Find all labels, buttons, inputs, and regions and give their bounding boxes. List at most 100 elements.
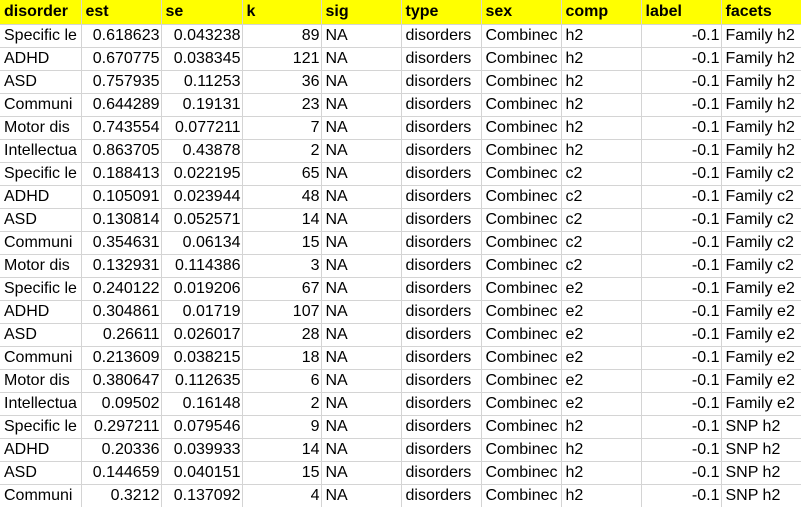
cell-se[interactable]: 0.19131 <box>161 93 243 117</box>
cell-sig[interactable]: NA <box>321 254 402 278</box>
cell-disorder[interactable]: ADHD <box>0 300 82 324</box>
cell-est[interactable]: 0.130814 <box>81 208 162 232</box>
cell-se[interactable]: 0.01719 <box>161 300 243 324</box>
cell-sig[interactable]: NA <box>321 185 402 209</box>
column-header-se[interactable]: se <box>161 0 243 25</box>
cell-disorder[interactable]: ASD <box>0 208 82 232</box>
cell-k[interactable]: 28 <box>242 323 322 347</box>
cell-se[interactable]: 0.11253 <box>161 70 243 94</box>
cell-k[interactable]: 15 <box>242 231 322 255</box>
cell-se[interactable]: 0.019206 <box>161 277 243 301</box>
cell-sig[interactable]: NA <box>321 208 402 232</box>
cell-disorder[interactable]: Specific le <box>0 162 82 186</box>
cell-disorder[interactable]: Specific le <box>0 24 82 48</box>
cell-est[interactable]: 0.105091 <box>81 185 162 209</box>
cell-disorder[interactable]: ASD <box>0 461 82 485</box>
cell-comp[interactable]: e2 <box>561 369 642 393</box>
cell-facets[interactable]: Family e2 <box>721 277 801 301</box>
cell-sex[interactable]: Combinec <box>481 323 562 347</box>
cell-sex[interactable]: Combinec <box>481 185 562 209</box>
cell-sex[interactable]: Combinec <box>481 438 562 462</box>
cell-sex[interactable]: Combinec <box>481 415 562 439</box>
cell-disorder[interactable]: Motor dis <box>0 116 82 140</box>
cell-label[interactable]: -0.1 <box>641 231 722 255</box>
cell-type[interactable]: disorders <box>401 323 482 347</box>
cell-facets[interactable]: Family c2 <box>721 185 801 209</box>
cell-sex[interactable]: Combinec <box>481 254 562 278</box>
cell-facets[interactable]: Family e2 <box>721 392 801 416</box>
column-header-est[interactable]: est <box>81 0 162 25</box>
cell-se[interactable]: 0.43878 <box>161 139 243 163</box>
cell-sex[interactable]: Combinec <box>481 93 562 117</box>
cell-est[interactable]: 0.297211 <box>81 415 162 439</box>
cell-sig[interactable]: NA <box>321 47 402 71</box>
cell-label[interactable]: -0.1 <box>641 415 722 439</box>
cell-sig[interactable]: NA <box>321 438 402 462</box>
cell-sex[interactable]: Combinec <box>481 162 562 186</box>
cell-type[interactable]: disorders <box>401 93 482 117</box>
cell-sig[interactable]: NA <box>321 369 402 393</box>
column-header-k[interactable]: k <box>242 0 322 25</box>
cell-comp[interactable]: c2 <box>561 185 642 209</box>
cell-label[interactable]: -0.1 <box>641 484 722 507</box>
cell-est[interactable]: 0.670775 <box>81 47 162 71</box>
cell-se[interactable]: 0.039933 <box>161 438 243 462</box>
cell-label[interactable]: -0.1 <box>641 70 722 94</box>
cell-k[interactable]: 4 <box>242 484 322 507</box>
cell-est[interactable]: 0.240122 <box>81 277 162 301</box>
cell-type[interactable]: disorders <box>401 300 482 324</box>
cell-sig[interactable]: NA <box>321 277 402 301</box>
cell-comp[interactable]: h2 <box>561 24 642 48</box>
cell-facets[interactable]: Family c2 <box>721 254 801 278</box>
cell-label[interactable]: -0.1 <box>641 392 722 416</box>
cell-label[interactable]: -0.1 <box>641 208 722 232</box>
cell-k[interactable]: 6 <box>242 369 322 393</box>
cell-est[interactable]: 0.304861 <box>81 300 162 324</box>
column-header-type[interactable]: type <box>401 0 482 25</box>
cell-k[interactable]: 121 <box>242 47 322 71</box>
cell-facets[interactable]: Family h2 <box>721 93 801 117</box>
cell-se[interactable]: 0.038215 <box>161 346 243 370</box>
column-header-facets[interactable]: facets <box>721 0 801 25</box>
cell-comp[interactable]: e2 <box>561 323 642 347</box>
cell-sig[interactable]: NA <box>321 70 402 94</box>
cell-label[interactable]: -0.1 <box>641 47 722 71</box>
cell-est[interactable]: 0.132931 <box>81 254 162 278</box>
cell-comp[interactable]: e2 <box>561 392 642 416</box>
cell-disorder[interactable]: ADHD <box>0 47 82 71</box>
cell-facets[interactable]: Family h2 <box>721 116 801 140</box>
cell-type[interactable]: disorders <box>401 116 482 140</box>
cell-sig[interactable]: NA <box>321 415 402 439</box>
cell-sex[interactable]: Combinec <box>481 47 562 71</box>
cell-facets[interactable]: Family e2 <box>721 369 801 393</box>
cell-se[interactable]: 0.026017 <box>161 323 243 347</box>
cell-disorder[interactable]: Communi <box>0 484 82 507</box>
column-header-sex[interactable]: sex <box>481 0 562 25</box>
cell-facets[interactable]: Family h2 <box>721 47 801 71</box>
cell-comp[interactable]: h2 <box>561 415 642 439</box>
cell-label[interactable]: -0.1 <box>641 461 722 485</box>
cell-sex[interactable]: Combinec <box>481 484 562 507</box>
cell-se[interactable]: 0.077211 <box>161 116 243 140</box>
cell-se[interactable]: 0.114386 <box>161 254 243 278</box>
cell-sex[interactable]: Combinec <box>481 231 562 255</box>
cell-sex[interactable]: Combinec <box>481 369 562 393</box>
cell-sex[interactable]: Combinec <box>481 24 562 48</box>
column-header-disorder[interactable]: disorder <box>0 0 82 25</box>
cell-type[interactable]: disorders <box>401 47 482 71</box>
cell-label[interactable]: -0.1 <box>641 139 722 163</box>
cell-k[interactable]: 2 <box>242 139 322 163</box>
cell-est[interactable]: 0.863705 <box>81 139 162 163</box>
cell-comp[interactable]: h2 <box>561 139 642 163</box>
cell-comp[interactable]: e2 <box>561 346 642 370</box>
cell-disorder[interactable]: Communi <box>0 93 82 117</box>
cell-se[interactable]: 0.052571 <box>161 208 243 232</box>
cell-comp[interactable]: c2 <box>561 231 642 255</box>
cell-se[interactable]: 0.022195 <box>161 162 243 186</box>
cell-est[interactable]: 0.213609 <box>81 346 162 370</box>
cell-sex[interactable]: Combinec <box>481 461 562 485</box>
cell-est[interactable]: 0.618623 <box>81 24 162 48</box>
cell-type[interactable]: disorders <box>401 162 482 186</box>
cell-est[interactable]: 0.380647 <box>81 369 162 393</box>
cell-facets[interactable]: SNP h2 <box>721 438 801 462</box>
